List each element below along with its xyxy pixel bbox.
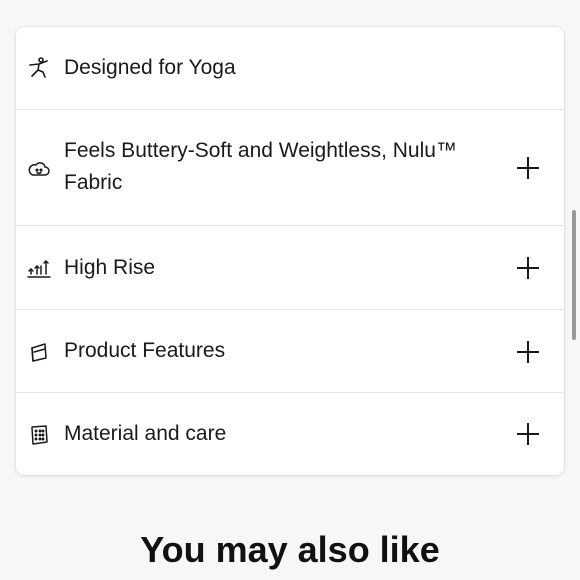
accordion-item-material-and-care[interactable]: Material and care xyxy=(16,393,564,475)
expand-plus-icon[interactable] xyxy=(516,340,540,364)
accordion-item-designed-for-yoga: Designed for Yoga xyxy=(16,27,564,110)
expand-plus-icon[interactable] xyxy=(516,422,540,446)
accordion-item-label: Product Features xyxy=(64,339,226,362)
accordion-item-label: Material and care xyxy=(64,422,227,445)
accordion-item-label-line-2: Fabric xyxy=(64,171,123,194)
high-rise-icon xyxy=(26,255,52,281)
cloud-icon xyxy=(26,156,52,182)
you-may-also-like-heading: You may also like xyxy=(140,529,440,570)
accordion-item-label-line-1: Feels Buttery-Soft and Weightless, Nulu™ xyxy=(64,139,457,162)
expand-plus-icon[interactable] xyxy=(516,256,540,280)
yoga-pose-icon xyxy=(26,55,52,81)
product-details-accordion: Designed for Yoga Feels Buttery-Soft and… xyxy=(16,27,564,475)
fabric-swatch-icon xyxy=(26,422,52,448)
accordion-item-product-features[interactable]: Product Features xyxy=(16,310,564,393)
accordion-item-nulu-fabric[interactable]: Feels Buttery-Soft and Weightless, Nulu™… xyxy=(16,110,564,226)
scrollbar[interactable] xyxy=(572,210,576,340)
product-features-icon xyxy=(26,339,52,365)
accordion-item-label: Designed for Yoga xyxy=(64,56,236,79)
expand-plus-icon[interactable] xyxy=(516,156,540,180)
page: Designed for Yoga Feels Buttery-Soft and… xyxy=(0,0,580,580)
accordion-item-high-rise[interactable]: High Rise xyxy=(16,226,564,310)
accordion-item-label: High Rise xyxy=(64,256,156,279)
